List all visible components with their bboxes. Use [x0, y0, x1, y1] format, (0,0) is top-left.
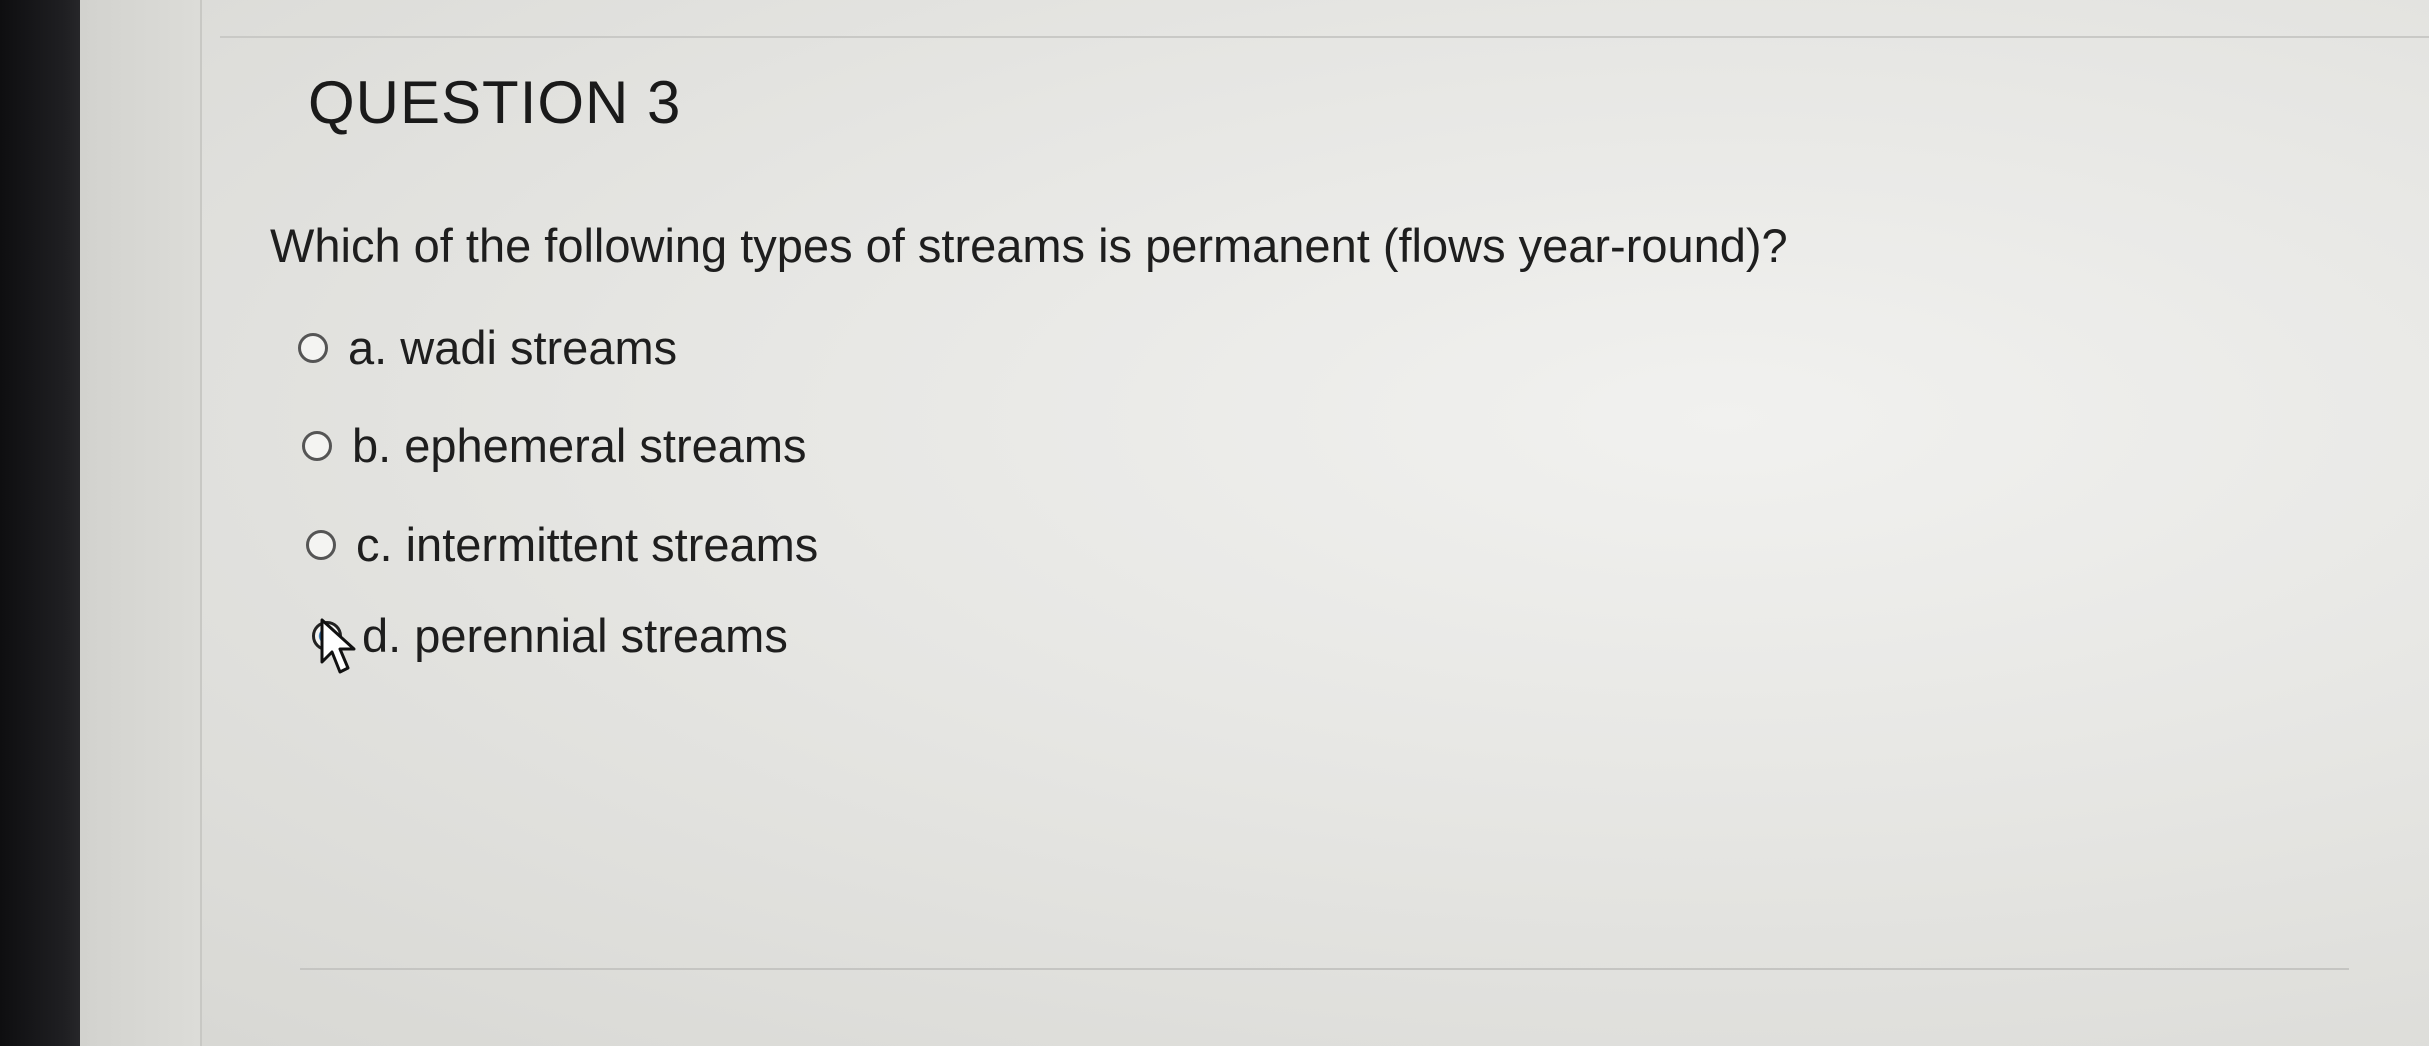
- question-title: QUESTION 3: [308, 69, 682, 136]
- option-a[interactable]: a. wadi streams: [298, 320, 677, 375]
- radio-button-b[interactable]: [302, 430, 332, 461]
- option-d-label: d. perennial streams: [362, 609, 788, 662]
- question-text: Which of the following types of streams …: [270, 219, 1788, 272]
- top-divider: [220, 36, 2429, 38]
- option-c-label: c. intermittent streams: [356, 518, 819, 571]
- mouse-pointer-icon: [320, 618, 356, 674]
- option-b-label: b. ephemeral streams: [352, 419, 807, 472]
- bottom-divider: [300, 968, 2349, 970]
- option-d[interactable]: d. perennial streams: [312, 608, 788, 663]
- option-a-label: a. wadi streams: [348, 321, 678, 374]
- radio-button-a[interactable]: [298, 332, 328, 363]
- monitor-bezel: [0, 0, 92, 1046]
- option-b[interactable]: b. ephemeral streams: [302, 418, 807, 473]
- left-panel: [80, 0, 202, 1046]
- radio-button-c[interactable]: [306, 529, 336, 560]
- option-c[interactable]: c. intermittent streams: [306, 517, 818, 572]
